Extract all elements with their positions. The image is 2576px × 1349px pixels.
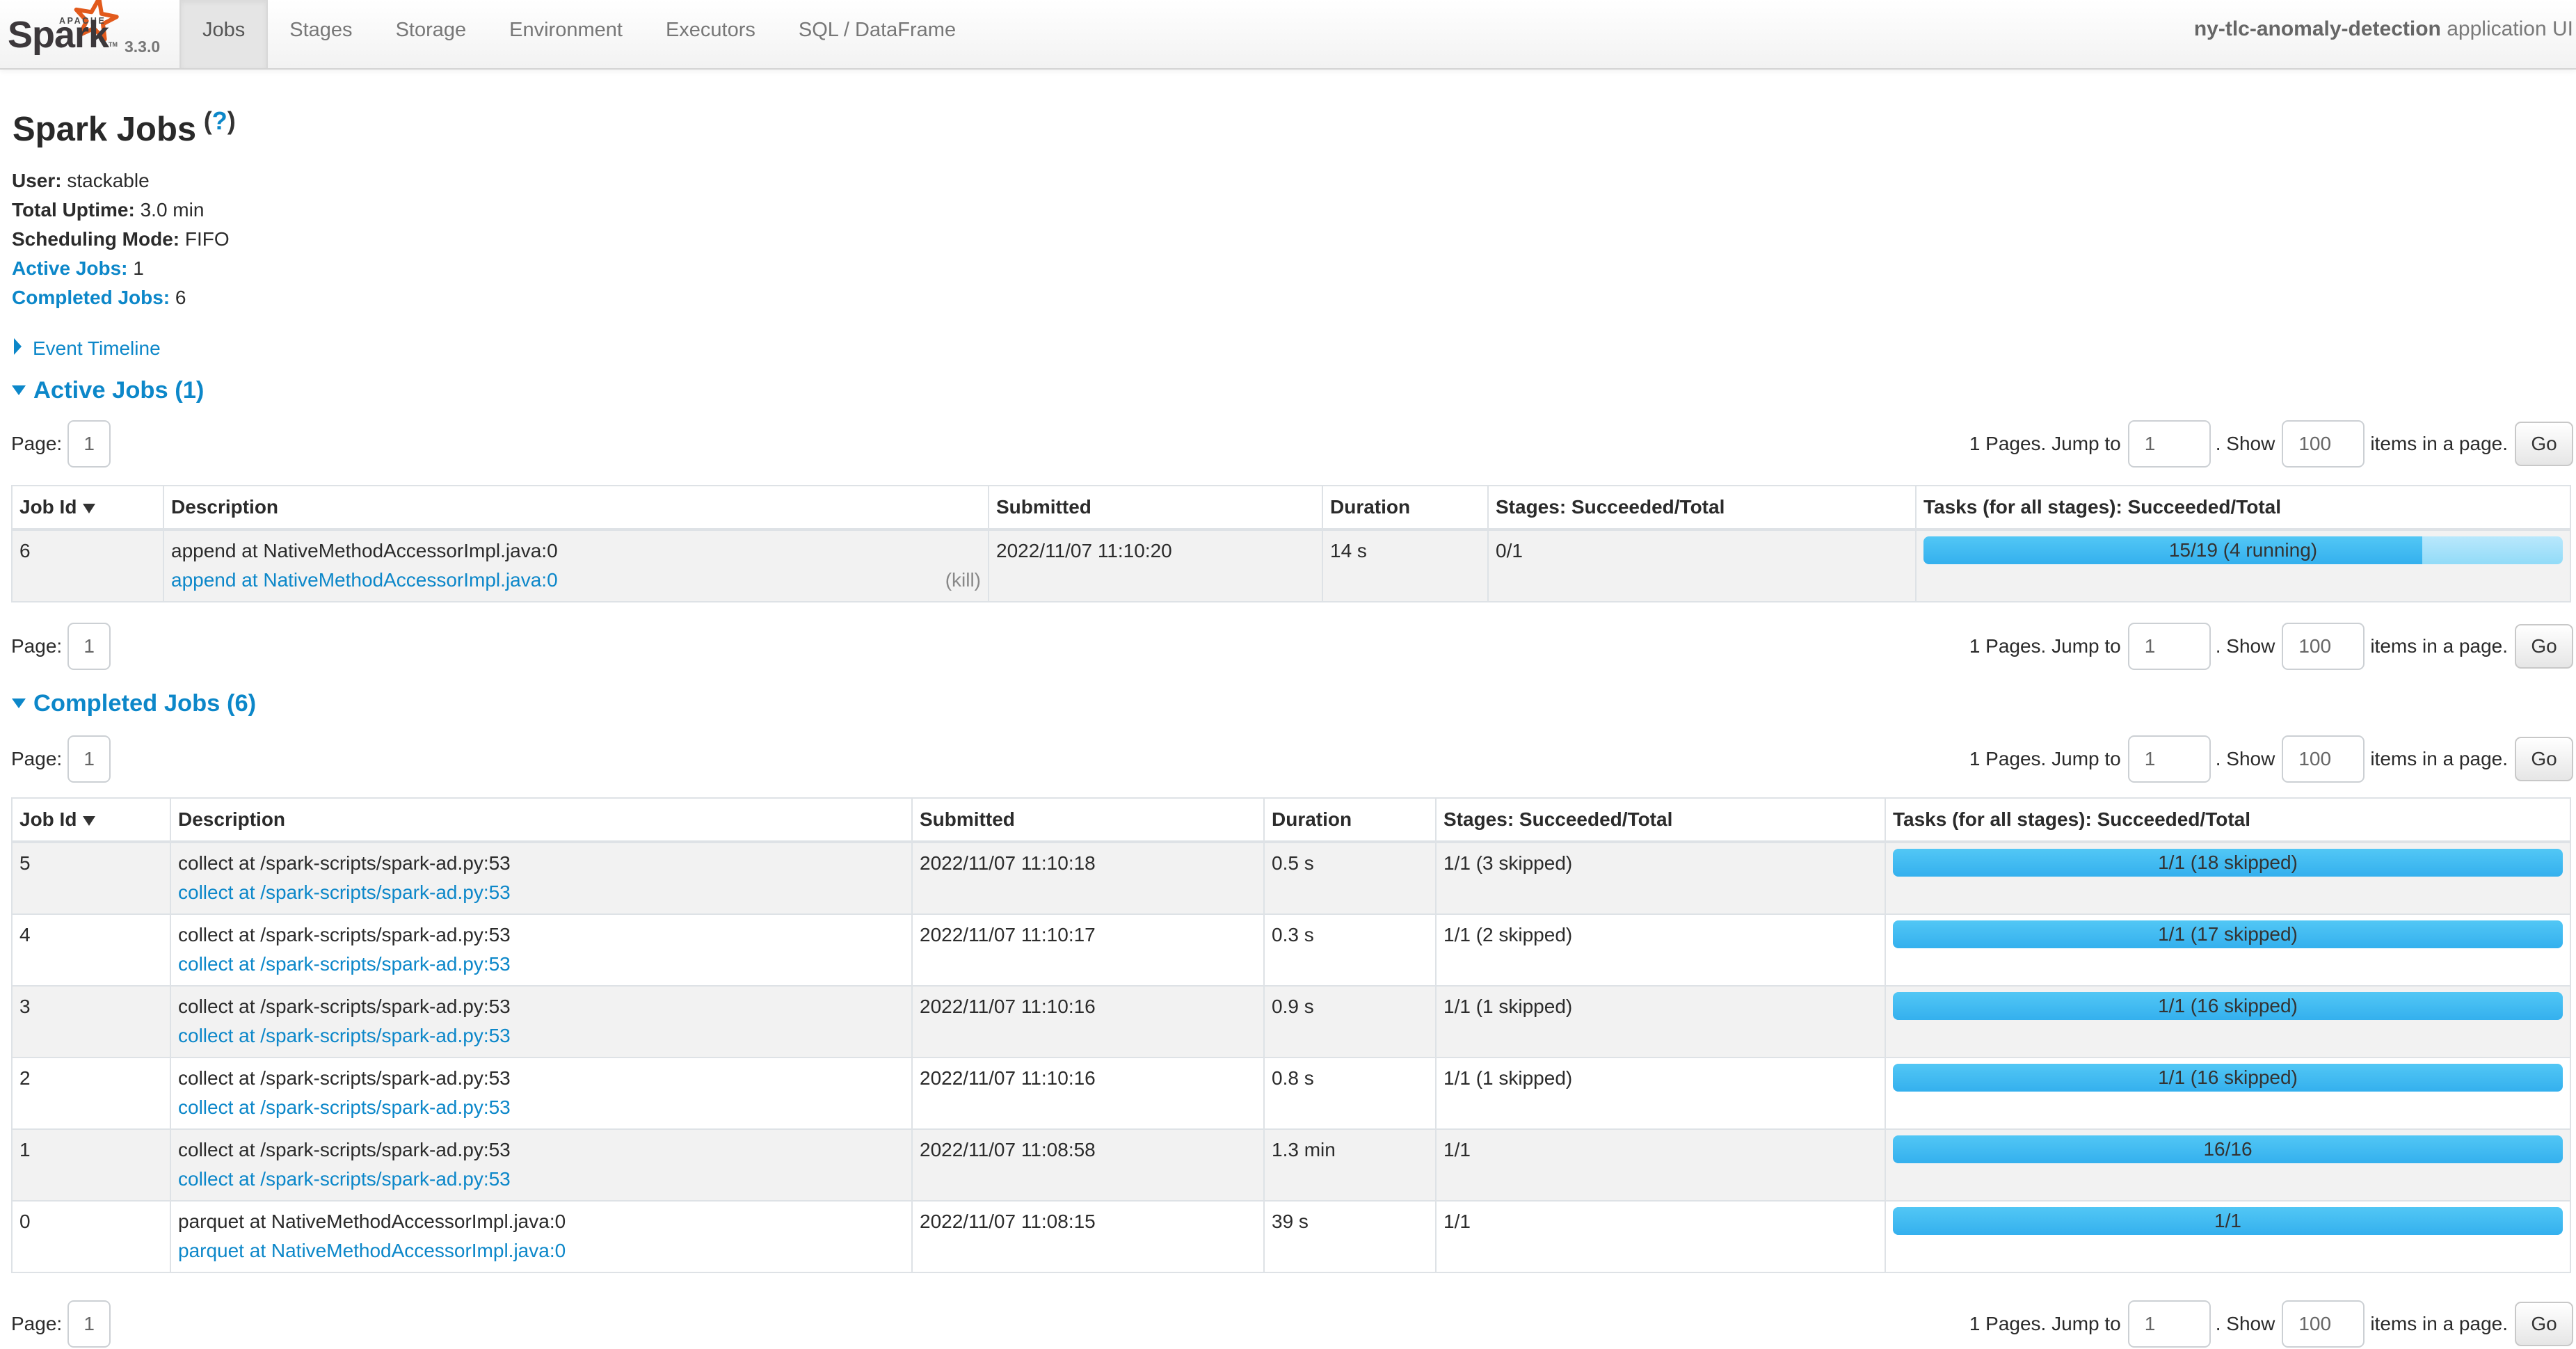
svg-text:Spark: Spark: [8, 14, 110, 56]
svg-text:TM: TM: [109, 41, 118, 48]
